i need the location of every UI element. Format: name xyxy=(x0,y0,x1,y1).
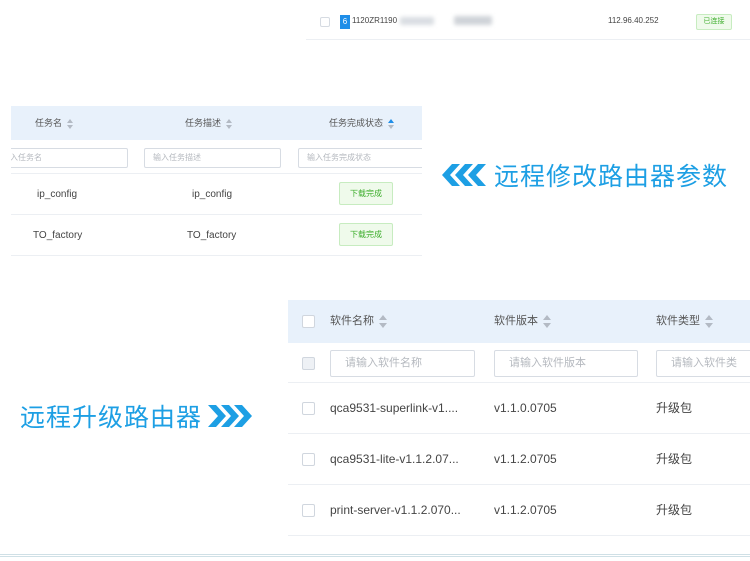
table-row[interactable]: qca9531-lite-v1.1.2.07... v1.1.2.0705 升级… xyxy=(288,434,750,485)
chevrons-right-icon xyxy=(208,405,253,427)
row-checkbox[interactable] xyxy=(302,453,315,466)
remote-modify-banner: 远程修改路由器参数 xyxy=(438,159,728,191)
sort-icon[interactable] xyxy=(67,118,74,129)
sort-icon[interactable] xyxy=(543,314,552,328)
task-name-cell: TO_factory xyxy=(33,230,83,241)
task-description-cell: ip_config xyxy=(192,189,233,200)
software-version-cell: v1.1.2.0705 xyxy=(494,452,557,466)
filter-row-checkbox xyxy=(302,357,315,370)
software-name-cell: qca9531-lite-v1.1.2.07... xyxy=(330,452,459,466)
device-row[interactable]: 6 1120ZR1190 112.96.40.252 已连接 xyxy=(306,4,750,40)
column-header-label: 软件版本 xyxy=(494,315,538,327)
column-header-task-name[interactable]: 任务名 xyxy=(35,106,74,140)
task-filter-row: 入任务名 输入任务描述 输入任务完成状态 xyxy=(11,140,422,174)
connection-status-badge: 已连接 xyxy=(696,14,732,30)
software-name-filter-input[interactable]: 请输入软件名称 xyxy=(330,350,475,377)
column-header-software-name[interactable]: 软件名称 xyxy=(330,300,388,343)
row-index-badge: 6 xyxy=(340,15,350,29)
task-name-filter-input[interactable]: 入任务名 xyxy=(11,148,128,168)
chevrons-left-icon xyxy=(442,164,486,186)
row-checkbox[interactable] xyxy=(302,402,315,415)
task-table: 任务名 任务描述 任务完成状态 入任务名 输入任务描述 输入任务完成状态 ip_… xyxy=(11,106,422,256)
column-header-software-version[interactable]: 软件版本 xyxy=(494,300,552,343)
software-version-cell: v1.1.0.0705 xyxy=(494,401,557,415)
table-row[interactable]: print-server-v1.1.2.070... v1.1.2.0705 升… xyxy=(288,485,750,536)
column-header-label: 软件名称 xyxy=(330,315,374,327)
software-name-cell: qca9531-superlink-v1.... xyxy=(330,401,459,415)
software-name-cell: print-server-v1.1.2.070... xyxy=(330,503,461,517)
task-description-cell: TO_factory xyxy=(187,230,237,241)
software-version-filter-input[interactable]: 请输入软件版本 xyxy=(494,350,638,377)
status-badge: 下载完成 xyxy=(339,182,393,205)
software-type-filter-input[interactable]: 请输入软件类 xyxy=(656,350,750,377)
device-ip: 112.96.40.252 xyxy=(608,16,659,25)
device-serial: 1120ZR1190 xyxy=(352,16,398,25)
redacted-serial-suffix xyxy=(400,17,434,25)
column-header-label: 软件类型 xyxy=(656,315,700,327)
software-type-cell: 升级包 xyxy=(656,503,693,517)
row-checkbox[interactable] xyxy=(320,17,330,27)
row-checkbox[interactable] xyxy=(302,504,315,517)
task-table-header: 任务名 任务描述 任务完成状态 xyxy=(11,106,422,140)
status-badge: 下载完成 xyxy=(339,223,393,246)
software-version-cell: v1.1.2.0705 xyxy=(494,503,557,517)
task-description-filter-input[interactable]: 输入任务描述 xyxy=(144,148,281,168)
column-header-task-status[interactable]: 任务完成状态 xyxy=(329,106,395,140)
remote-upgrade-banner: 远程升级路由器 xyxy=(20,400,256,432)
table-row[interactable]: ip_config ip_config 下载完成 xyxy=(11,174,422,215)
sort-icon[interactable] xyxy=(226,118,233,129)
column-header-label: 任务描述 xyxy=(185,118,222,128)
software-table: 软件名称 软件版本 软件类型 请输入软件名称 请输入软件版本 请输入软件类 qc… xyxy=(288,300,750,552)
task-name-cell: ip_config xyxy=(37,189,78,200)
column-header-software-type[interactable]: 软件类型 xyxy=(656,300,714,343)
table-row[interactable]: qca9531-superlink-v1.... v1.1.0.0705 升级包 xyxy=(288,383,750,434)
remote-modify-title: 远程修改路由器参数 xyxy=(494,163,729,191)
sort-icon[interactable] xyxy=(379,314,388,328)
table-row[interactable]: TO_factory TO_factory 下载完成 xyxy=(11,215,422,256)
select-all-checkbox[interactable] xyxy=(302,315,315,328)
sort-icon[interactable] xyxy=(705,314,714,328)
software-type-cell: 升级包 xyxy=(656,452,693,466)
column-header-label: 任务完成状态 xyxy=(329,118,384,128)
remote-upgrade-title: 远程升级路由器 xyxy=(20,404,203,432)
column-header-task-description[interactable]: 任务描述 xyxy=(185,106,233,140)
software-table-header: 软件名称 软件版本 软件类型 xyxy=(288,300,750,343)
bottom-divider xyxy=(0,554,750,557)
redacted-field xyxy=(454,16,492,25)
sort-ascending-icon[interactable] xyxy=(388,118,395,129)
task-status-filter-input[interactable]: 输入任务完成状态 xyxy=(298,148,422,168)
column-header-label: 任务名 xyxy=(35,118,63,128)
software-filter-row: 请输入软件名称 请输入软件版本 请输入软件类 xyxy=(288,343,750,383)
software-type-cell: 升级包 xyxy=(656,401,693,415)
